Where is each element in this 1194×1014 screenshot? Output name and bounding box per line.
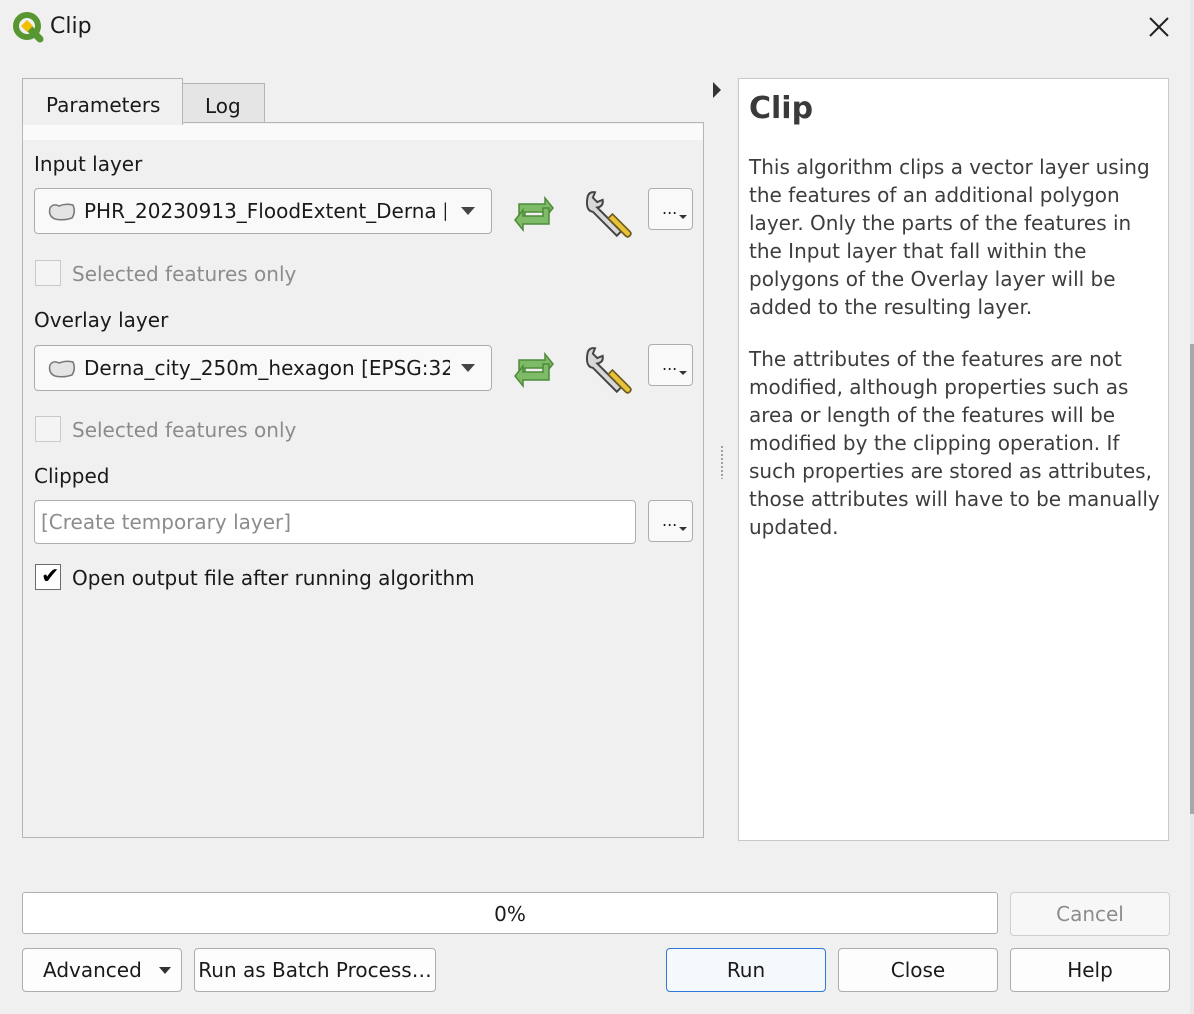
window-title: Clip xyxy=(50,14,92,39)
iterate-features-icon[interactable] xyxy=(511,346,557,392)
input-layer-value: PHR_20230913_FloodExtent_Derna [EPSG:326… xyxy=(84,199,446,223)
run-button[interactable]: Run xyxy=(666,948,826,992)
wrench-icon[interactable] xyxy=(582,189,632,239)
progress-text: 0% xyxy=(494,902,526,926)
open-output-checkbox[interactable]: ✔ xyxy=(35,564,61,590)
close-icon[interactable] xyxy=(1136,6,1182,50)
chevron-down-icon xyxy=(461,207,475,215)
chevron-down-icon xyxy=(159,967,171,974)
progress-bar: 0% xyxy=(22,892,998,934)
chevron-down-icon xyxy=(679,215,687,219)
chevron-down-icon xyxy=(679,371,687,375)
open-output-label: Open output file after running algorithm xyxy=(72,566,475,590)
input-layer-options-button[interactable]: ... xyxy=(648,188,693,230)
clipped-output-field xyxy=(34,500,636,544)
help-paragraph: The attributes of the features are not m… xyxy=(749,347,1160,539)
clipped-label: Clipped xyxy=(34,464,110,488)
help-title: Clip xyxy=(749,91,814,126)
advanced-button[interactable]: Advanced xyxy=(22,948,182,992)
overlay-layer-options-button[interactable]: ... xyxy=(648,344,693,386)
qgis-logo-icon xyxy=(13,12,44,43)
wrench-icon[interactable] xyxy=(582,345,632,395)
clipped-output-options-button[interactable]: ... xyxy=(648,500,693,542)
overlay-selected-only-checkbox[interactable] xyxy=(35,416,61,442)
splitter-handle[interactable] xyxy=(720,445,724,479)
checkmark-icon: ✔ xyxy=(41,564,60,589)
tab-parameters[interactable]: Parameters xyxy=(22,78,183,125)
polygon-layer-icon xyxy=(48,360,76,378)
chevron-down-icon xyxy=(679,527,687,531)
chevron-right-icon[interactable] xyxy=(713,82,721,98)
overlay-layer-value: Derna_city_250m_hexagon [EPSG:32634] xyxy=(84,356,450,380)
help-panel: Clip This algorithm clips a vector layer… xyxy=(738,78,1169,841)
cancel-button[interactable]: Cancel xyxy=(1010,892,1170,936)
input-layer-combo[interactable]: PHR_20230913_FloodExtent_Derna [EPSG:326… xyxy=(34,188,492,234)
tab-log[interactable]: Log xyxy=(180,83,265,125)
help-button[interactable]: Help xyxy=(1010,948,1170,992)
overlay-layer-label: Overlay layer xyxy=(34,308,169,332)
help-paragraph: This algorithm clips a vector layer usin… xyxy=(749,155,1150,319)
run-batch-button[interactable]: Run as Batch Process… xyxy=(194,948,436,992)
input-selected-only-checkbox[interactable] xyxy=(35,260,61,286)
clipped-output-input[interactable] xyxy=(35,501,635,543)
panel-header-strip xyxy=(23,124,703,140)
close-button[interactable]: Close xyxy=(838,948,998,992)
title-bar: Clip xyxy=(0,0,1194,56)
input-selected-only-label: Selected features only xyxy=(72,262,297,286)
chevron-down-icon xyxy=(461,364,475,372)
window-edge xyxy=(1190,0,1194,1014)
overlay-layer-combo[interactable]: Derna_city_250m_hexagon [EPSG:32634] xyxy=(34,345,492,391)
polygon-layer-icon xyxy=(48,203,76,221)
input-layer-label: Input layer xyxy=(34,152,143,176)
overlay-selected-only-label: Selected features only xyxy=(72,418,297,442)
iterate-features-icon[interactable] xyxy=(511,190,557,236)
